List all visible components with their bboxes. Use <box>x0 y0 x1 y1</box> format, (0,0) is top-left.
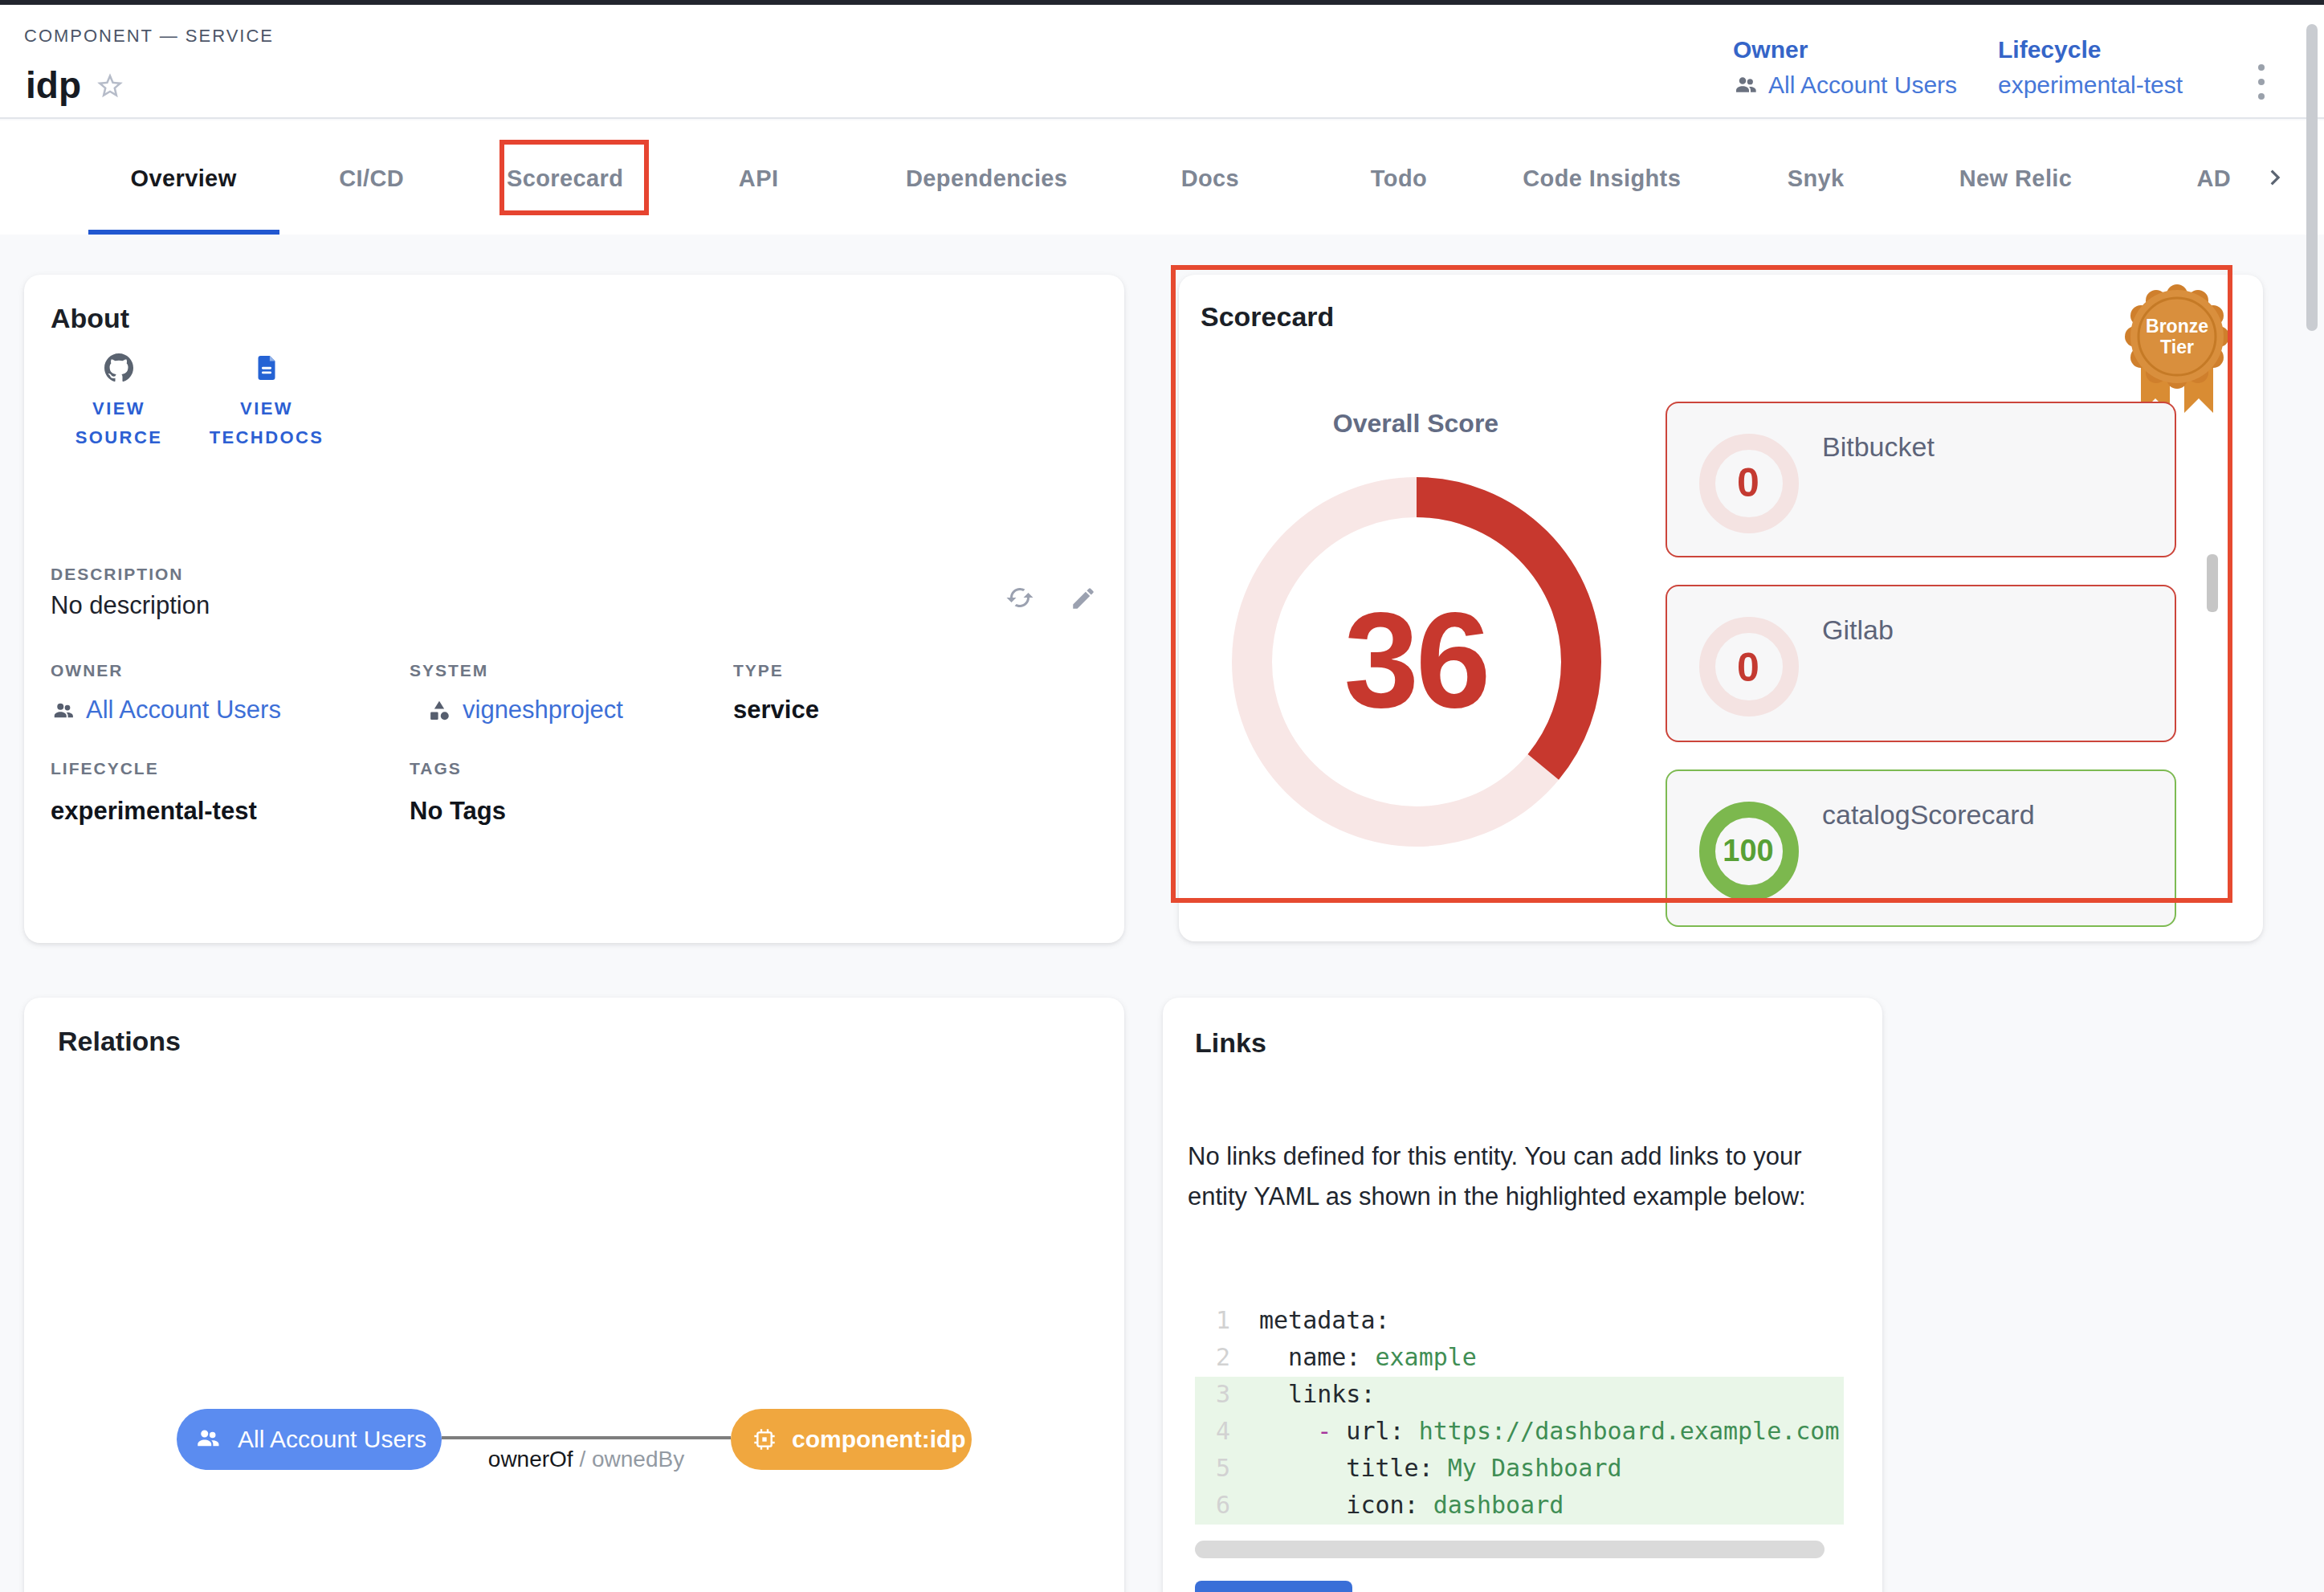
page-header: COMPONENT — SERVICE idp Owner All Accoun… <box>0 5 2324 119</box>
scorecard-card: Scorecard Bronze Tier Overall Score <box>1179 275 2262 941</box>
page-title: idp <box>26 64 81 108</box>
about-card: About VIEW SOURCE VIEW TECHDOCS DESCRIPT… <box>24 275 1124 942</box>
more-options-icon[interactable] <box>2252 58 2271 106</box>
about-title: About <box>51 304 129 336</box>
tab-api[interactable]: API <box>666 120 851 235</box>
overall-score-gauge: 36 <box>1223 468 1608 854</box>
bronze-tier-badge: Bronze Tier <box>2125 284 2229 417</box>
chevron-right-icon <box>2260 162 2290 193</box>
view-source-link[interactable]: VIEW SOURCE <box>66 353 172 451</box>
tags-field-label: TAGS <box>410 758 462 778</box>
links-empty-message: No links defined for this entity. You ca… <box>1188 1137 1837 1216</box>
code-horizontal-scrollbar[interactable] <box>1194 1541 1824 1558</box>
svg-text:Bronze: Bronze <box>2146 315 2208 336</box>
tab-dependencies[interactable]: Dependencies <box>851 120 1122 235</box>
score-value: 0 <box>1698 617 1798 716</box>
links-title: Links <box>1195 1027 1266 1059</box>
score-name: Gitlab <box>1822 615 1894 647</box>
people-icon <box>51 698 75 722</box>
lifecycle-field-label: LIFECYCLE <box>51 758 159 778</box>
scorecard-title: Scorecard <box>1201 302 1334 334</box>
lifecycle-value: experimental-test <box>1998 71 2183 98</box>
relation-edge <box>442 1436 731 1439</box>
people-icon <box>1733 71 1759 97</box>
techdocs-icon <box>252 353 281 382</box>
tab-bar: Overview CI/CD Scorecard API Dependencie… <box>0 120 2324 235</box>
tab-todo[interactable]: Todo <box>1299 120 1500 235</box>
owner-label: Owner <box>1733 35 1957 63</box>
system-field-label: SYSTEM <box>410 660 488 680</box>
yaml-code-block: 1metadata: 2 name: example 3 links: 4 - … <box>1195 1303 1844 1525</box>
links-action-button[interactable] <box>1195 1581 1352 1592</box>
owner-field-value[interactable]: All Account Users <box>51 696 281 725</box>
relation-edge-label: ownerOf / ownedBy <box>458 1446 715 1472</box>
people-icon <box>194 1426 222 1453</box>
edit-icon[interactable] <box>1063 578 1102 617</box>
owner-field-label: OWNER <box>51 660 124 680</box>
scorecard-item-gitlab[interactable]: 0 Gitlab <box>1665 585 2176 741</box>
lifecycle-field-value: experimental-test <box>51 797 257 826</box>
tab-snyk[interactable]: Snyk <box>1704 120 1927 235</box>
view-techdocs-link[interactable]: VIEW TECHDOCS <box>194 353 339 451</box>
owner-link[interactable]: All Account Users <box>1733 71 1957 98</box>
view-source-label: VIEW SOURCE <box>66 394 172 451</box>
view-techdocs-label: VIEW TECHDOCS <box>194 394 339 451</box>
entity-page: COMPONENT — SERVICE idp Owner All Accoun… <box>0 0 2324 1592</box>
svg-text:Tier: Tier <box>2160 336 2194 357</box>
scorecard-item-catalogscorecard[interactable]: 100 catalogScorecard <box>1665 769 2176 926</box>
type-field-label: TYPE <box>733 660 784 680</box>
score-value: 0 <box>1698 433 1798 533</box>
score-name: Bitbucket <box>1822 431 1935 463</box>
scorecard-tab-highlight <box>499 140 649 215</box>
tab-overview[interactable]: Overview <box>88 120 279 235</box>
system-icon <box>427 698 451 722</box>
relations-card: Relations All Account Users component:id… <box>24 998 1124 1592</box>
type-field-value: service <box>733 696 819 725</box>
system-field-value[interactable]: vigneshproject <box>427 696 623 725</box>
description-label: DESCRIPTION <box>51 564 184 583</box>
overall-score-value: 36 <box>1223 468 1608 854</box>
relation-node-user[interactable]: All Account Users <box>177 1408 442 1470</box>
chip-icon <box>752 1427 777 1452</box>
refresh-icon[interactable] <box>1001 578 1039 617</box>
star-icon[interactable] <box>95 71 125 101</box>
scorecard-item-bitbucket[interactable]: 0 Bitbucket <box>1665 401 2176 557</box>
tab-docs[interactable]: Docs <box>1122 120 1298 235</box>
tab-cicd[interactable]: CI/CD <box>279 120 464 235</box>
score-name: catalogScorecard <box>1822 800 2035 832</box>
owner-value: All Account Users <box>1768 71 1957 98</box>
lifecycle-label: Lifecycle <box>1998 35 2183 63</box>
description-value: No description <box>51 591 210 620</box>
relation-node-component[interactable]: component:idp <box>731 1408 972 1470</box>
github-icon <box>104 353 133 382</box>
tags-field-value: No Tags <box>410 797 506 826</box>
score-value: 100 <box>1698 802 1798 901</box>
scorecard-list-scrollbar[interactable] <box>2207 554 2217 612</box>
lifecycle-block: Lifecycle experimental-test <box>1998 35 2183 98</box>
tab-code-insights[interactable]: Code Insights <box>1499 120 1704 235</box>
overall-score-label: Overall Score <box>1279 410 1552 439</box>
links-card: Links No links defined for this entity. … <box>1163 998 1882 1592</box>
breadcrumb: COMPONENT — SERVICE <box>24 26 274 45</box>
relations-title: Relations <box>58 1027 181 1059</box>
owner-block: Owner All Account Users <box>1733 35 1957 98</box>
tab-new-relic[interactable]: New Relic <box>1927 120 2103 235</box>
page-scrollbar[interactable] <box>2306 24 2317 331</box>
